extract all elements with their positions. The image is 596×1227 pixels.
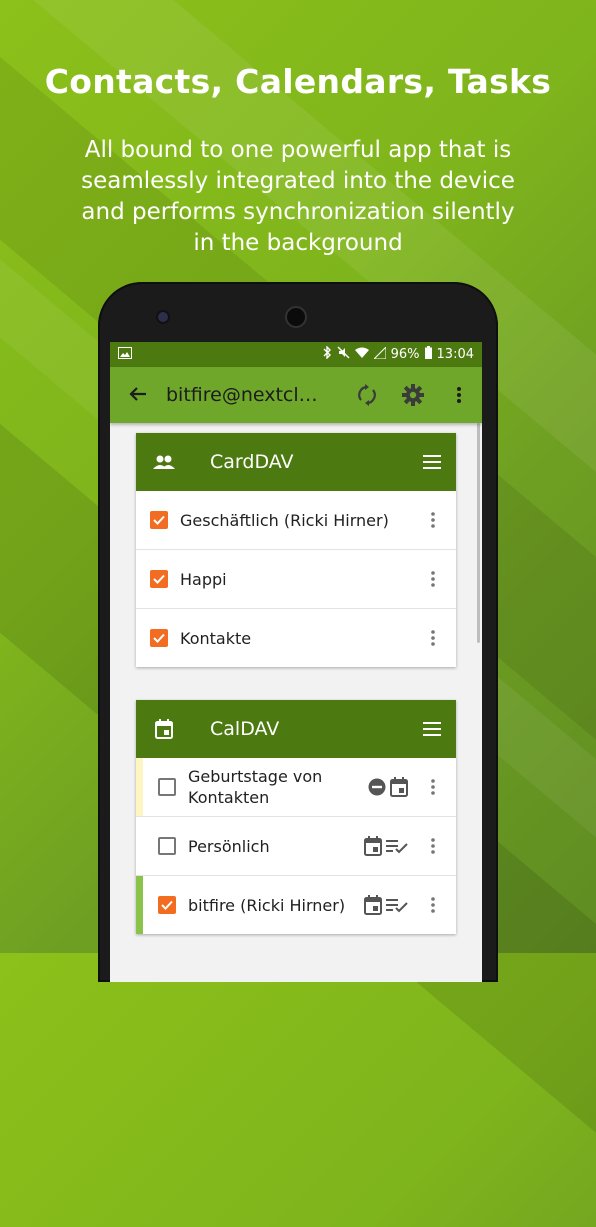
contacts-icon — [136, 454, 192, 470]
item-menu-button[interactable] — [410, 779, 456, 795]
caldav-card: CalDAV Geburtstage von Kontakten Persönl… — [136, 700, 456, 934]
settings-button[interactable] — [390, 384, 436, 406]
collection-checkbox[interactable] — [158, 778, 176, 796]
battery-icon — [424, 346, 432, 363]
check-icon — [153, 574, 165, 584]
list-item[interactable]: Persönlich — [136, 817, 456, 876]
calendar-icon — [364, 895, 382, 915]
sync-button[interactable] — [344, 384, 390, 406]
more-vert-icon — [457, 387, 461, 403]
collection-checkbox[interactable] — [158, 837, 176, 855]
earpiece — [285, 306, 307, 328]
front-camera — [156, 310, 170, 324]
signal-icon — [372, 345, 387, 363]
clock: 13:04 — [436, 347, 474, 362]
check-icon — [153, 633, 165, 643]
menu-icon — [423, 455, 441, 469]
list-item[interactable]: Geschäftlich (Ricki Hirner) — [136, 491, 456, 550]
read-only-icon — [368, 778, 386, 796]
check-icon — [161, 900, 173, 910]
caldav-header: CalDAV — [136, 700, 456, 758]
collection-label: Geschäftlich (Ricki Hirner) — [180, 510, 389, 530]
collection-label: Kontakte — [180, 628, 252, 648]
caldav-title: CalDAV — [210, 718, 280, 740]
scrollbar[interactable] — [477, 423, 480, 643]
sync-icon — [358, 384, 376, 406]
gear-icon — [402, 384, 424, 406]
carddav-header: CardDAV — [136, 433, 456, 491]
hero-subtitle-line: and performs synchronization silently — [81, 199, 515, 225]
item-menu-button[interactable] — [410, 571, 456, 587]
hero-subtitle-line: in the background — [193, 230, 403, 256]
more-vert-icon — [431, 571, 435, 587]
calendar-icon — [390, 777, 408, 797]
item-menu-button[interactable] — [410, 512, 456, 528]
item-menu-button[interactable] — [410, 838, 456, 854]
collection-label: Persönlich — [188, 836, 270, 856]
tasks-icon — [386, 840, 408, 854]
carddav-card: CardDAV Geschäftlich (Ricki Hirner) Happ… — [136, 433, 456, 667]
more-vert-icon — [431, 512, 435, 528]
hero-subtitle: All bound to one powerful app that is se… — [40, 135, 556, 259]
battery-percent: 96% — [390, 347, 420, 362]
collection-checkbox[interactable] — [150, 511, 168, 529]
app-screen: 96% 13:04 bitfire@nextcl… CardDAV Geschä… — [110, 342, 482, 982]
gallery-notification-icon — [118, 346, 132, 363]
list-item[interactable]: bitfire (Ricki Hirner) — [136, 876, 456, 934]
carddav-menu-button[interactable] — [408, 455, 456, 469]
collection-checkbox[interactable] — [150, 629, 168, 647]
item-menu-button[interactable] — [410, 897, 456, 913]
menu-icon — [423, 722, 441, 736]
overflow-menu-button[interactable] — [436, 386, 482, 404]
hero-title: Contacts, Calendars, Tasks — [44, 62, 552, 101]
collection-checkbox[interactable] — [158, 896, 176, 914]
collection-color-bar — [136, 758, 143, 816]
collection-label: Happi — [180, 569, 227, 589]
collection-label: bitfire (Ricki Hirner) — [188, 895, 346, 915]
account-title: bitfire@nextcl… — [166, 384, 318, 406]
calendar-icon — [364, 836, 382, 856]
more-vert-icon — [431, 897, 435, 913]
calendar-icon — [136, 719, 192, 739]
list-item[interactable]: Happi — [136, 550, 456, 609]
item-menu-button[interactable] — [410, 630, 456, 646]
list-item[interactable]: Geburtstage von Kontakten — [136, 758, 456, 817]
phone-frame: 96% 13:04 bitfire@nextcl… CardDAV Geschä… — [98, 282, 498, 982]
list-item[interactable]: Kontakte — [136, 609, 456, 667]
bluetooth-icon — [323, 345, 332, 363]
carddav-title: CardDAV — [210, 451, 294, 473]
collection-color-bar — [136, 876, 143, 934]
status-bar: 96% 13:04 — [110, 342, 482, 367]
collection-label: Geburtstage von Kontakten — [188, 767, 323, 807]
app-bar: bitfire@nextcl… — [110, 367, 482, 423]
collection-checkbox[interactable] — [150, 570, 168, 588]
tasks-icon — [386, 899, 408, 913]
caldav-menu-button[interactable] — [408, 722, 456, 736]
back-button[interactable] — [110, 383, 166, 408]
more-vert-icon — [431, 838, 435, 854]
wifi-icon — [354, 347, 369, 363]
arrow-back-icon — [129, 386, 146, 401]
more-vert-icon — [431, 630, 435, 646]
more-vert-icon — [431, 779, 435, 795]
check-icon — [153, 515, 165, 525]
mute-icon — [337, 346, 350, 363]
hero-subtitle-line: All bound to one powerful app that is — [84, 137, 512, 163]
hero-subtitle-line: seamlessly integrated into the device — [81, 168, 515, 194]
